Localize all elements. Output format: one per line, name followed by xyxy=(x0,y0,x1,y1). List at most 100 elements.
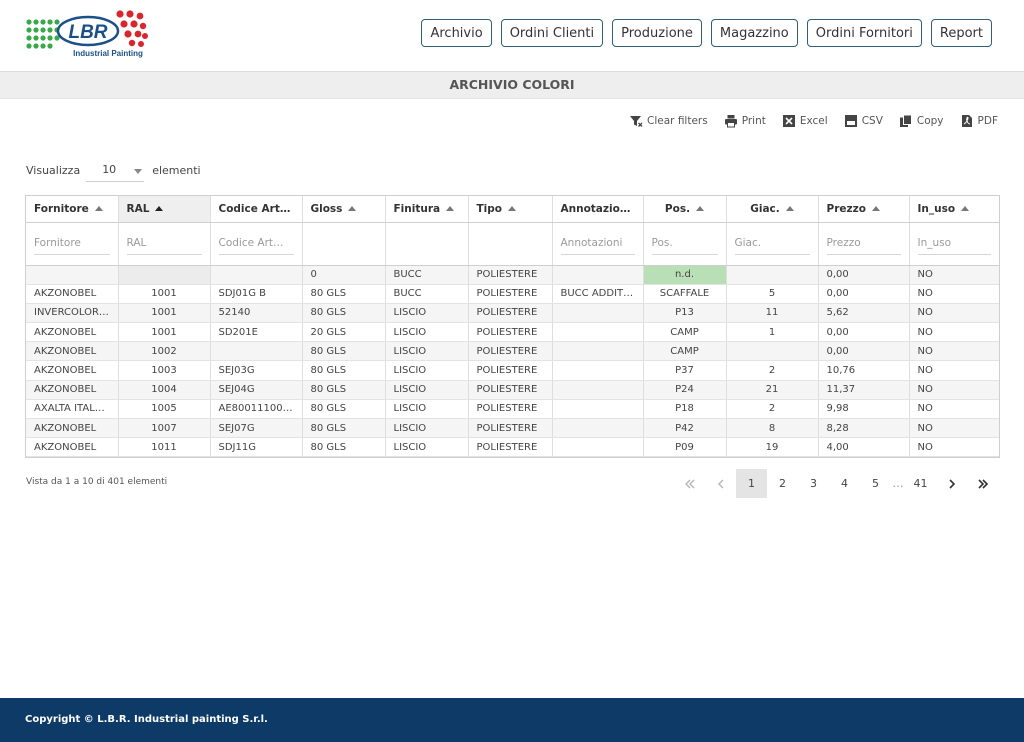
cell-gloss: 80 GLS xyxy=(302,437,386,458)
col-header-ral[interactable]: RAL xyxy=(118,196,211,223)
page-button-1[interactable]: 1 xyxy=(736,469,767,498)
cell-pos: SCAFFALE xyxy=(643,284,727,304)
cell-in-uso: NO xyxy=(909,437,999,458)
filter-codice-input[interactable]: Codice Art… xyxy=(218,233,294,255)
cell-fornitore: AKZONOBEL xyxy=(26,360,119,381)
cell-ral: 1002 xyxy=(118,341,211,362)
table-row[interactable]: 0 BUCC POLIESTERE n.d. 0,00 NO xyxy=(26,265,999,285)
filter-pos-input[interactable]: Pos. xyxy=(651,233,718,255)
cell-tipo: POLIESTERE xyxy=(468,265,553,285)
page-button-2[interactable]: 2 xyxy=(767,469,798,498)
cell-tipo: POLIESTERE xyxy=(468,284,553,304)
col-header-gloss[interactable]: Gloss xyxy=(302,196,386,223)
cell-in-uso: NO xyxy=(909,303,999,324)
table-row[interactable]: AKZONOBEL 1007 SEJ07G 80 GLS LISCIO POLIESTER… xyxy=(26,418,999,439)
page-button-3[interactable]: 3 xyxy=(798,469,829,498)
col-header-finitura[interactable]: Finitura xyxy=(385,196,469,223)
filter-cell: In_uso xyxy=(909,222,999,266)
cell-giac xyxy=(726,341,819,362)
table-row[interactable]: INVERCOLOR… 1001 52140 80 GLS LISCIO POLIESTE… xyxy=(26,303,999,324)
nav-ordini-clienti-button[interactable]: Ordini Clienti xyxy=(500,19,604,47)
cell-tipo: POLIESTERE xyxy=(468,380,553,400)
cell-codice: SEJ03G xyxy=(210,360,303,381)
table-row[interactable]: AKZONOBEL 1004 SEJ04G 80 GLS LISCIO POLIESTER… xyxy=(26,380,999,400)
col-header-fornitore[interactable]: Fornitore xyxy=(26,196,119,223)
cell-pos: CAMP xyxy=(643,322,727,343)
cell-tipo: POLIESTERE xyxy=(468,303,553,324)
col-header-giac[interactable]: Giac. xyxy=(726,196,819,223)
filter-fornitore-input[interactable]: Fornitore xyxy=(34,233,110,255)
excel-button[interactable]: Excel xyxy=(782,114,828,128)
pdf-button[interactable]: PDF xyxy=(960,114,998,128)
filter-cell-empty xyxy=(385,222,469,266)
cell-annotazioni xyxy=(552,437,644,458)
csv-button[interactable]: CSV xyxy=(844,114,883,128)
cell-annotazioni xyxy=(552,399,644,420)
cell-annotazioni xyxy=(552,360,644,381)
nav-magazzino-button[interactable]: Magazzino xyxy=(710,19,798,47)
table-row[interactable]: AKZONOBEL 1001 SDJ01G B 80 GLS BUCC POLIESTER… xyxy=(26,284,999,304)
nav-report-button[interactable]: Report xyxy=(930,19,992,47)
table-row[interactable]: AXALTA ITAL… 1005 AE80011100520 80 GLS LISCI… xyxy=(26,399,999,420)
col-header-tipo[interactable]: Tipo xyxy=(468,196,553,223)
cell-ral: 1001 xyxy=(118,322,211,343)
page-button-5[interactable]: 5 xyxy=(860,469,891,498)
table-row[interactable]: AKZONOBEL 1002 80 GLS LISCIO POLIESTERE CAMP 0… xyxy=(26,341,999,362)
sort-asc-active-icon xyxy=(155,206,164,212)
next-page-button[interactable] xyxy=(936,469,967,498)
page-length-control: Visualizza 10 elementi xyxy=(26,158,201,182)
printer-icon xyxy=(724,115,737,128)
col-header-in-uso[interactable]: In_uso xyxy=(909,196,999,223)
table-row[interactable]: AKZONOBEL 1011 SDJ11G 80 GLS LISCIO POLIESTER… xyxy=(26,437,999,458)
cell-ral: 1001 xyxy=(118,284,211,304)
pagination: 1 2 3 4 5 … 41 xyxy=(674,469,998,498)
cell-finitura: LISCIO xyxy=(385,303,469,324)
filter-in-uso-input[interactable]: In_uso xyxy=(917,233,991,255)
sort-up-icon xyxy=(348,206,357,212)
last-page-button[interactable] xyxy=(967,469,998,498)
nav-ordini-fornitori-button[interactable]: Ordini Fornitori xyxy=(806,19,922,47)
cell-codice xyxy=(210,341,303,362)
clear-filters-button[interactable]: Clear filters xyxy=(629,114,708,128)
nav-produzione-button[interactable]: Produzione xyxy=(612,19,702,47)
cell-pos: n.d. xyxy=(643,265,727,285)
col-header-pos[interactable]: Pos. xyxy=(643,196,727,223)
cell-finitura: LISCIO xyxy=(385,437,469,458)
page-button-4[interactable]: 4 xyxy=(829,469,860,498)
filter-giac-input[interactable]: Giac. xyxy=(734,233,810,255)
filter-cell-empty xyxy=(302,222,386,266)
col-header-annotazioni[interactable]: Annotazioni… xyxy=(552,196,644,223)
col-header-codice-articolo[interactable]: Codice Artic… xyxy=(210,196,303,223)
table-row[interactable]: AKZONOBEL 1001 SD201E 20 GLS LISCIO POLIESTER… xyxy=(26,322,999,343)
first-page-button[interactable] xyxy=(674,469,705,498)
page-button-last[interactable]: 41 xyxy=(905,469,936,498)
filter-clear-icon xyxy=(630,116,643,127)
filter-cell: Annotazioni xyxy=(552,222,644,266)
table-row[interactable]: AKZONOBEL 1003 SEJ03G 80 GLS LISCIO POLIESTER… xyxy=(26,360,999,381)
cell-pos: P37 xyxy=(643,360,727,381)
brand-logo[interactable]: LBR Industrial Painting xyxy=(24,6,150,62)
cell-finitura: LISCIO xyxy=(385,399,469,420)
pagination-ellipsis: … xyxy=(892,477,904,490)
print-button[interactable]: Print xyxy=(724,114,766,128)
filter-prezzo-input[interactable]: Prezzo xyxy=(826,233,901,255)
cell-giac: 21 xyxy=(726,380,819,400)
col-header-prezzo[interactable]: Prezzo xyxy=(818,196,910,223)
copy-button[interactable]: Copy xyxy=(899,114,944,128)
cell-in-uso: NO xyxy=(909,284,999,304)
export-toolbar: Clear filters Print Excel CSV Copy PDF xyxy=(629,114,998,128)
print-label: Print xyxy=(741,115,766,127)
sort-up-icon xyxy=(446,206,455,212)
cell-gloss: 80 GLS xyxy=(302,341,386,362)
filter-annotazioni-input[interactable]: Annotazioni xyxy=(560,233,635,255)
cell-gloss: 80 GLS xyxy=(302,418,386,439)
cell-finitura: LISCIO xyxy=(385,341,469,362)
cell-annotazioni xyxy=(552,418,644,439)
page-length-select[interactable]: 10 xyxy=(86,158,145,182)
filter-ral-input[interactable]: RAL xyxy=(126,233,202,255)
nav-archivio-button[interactable]: Archivio xyxy=(421,19,492,47)
prev-page-button[interactable] xyxy=(705,469,736,498)
cell-prezzo: 5,62 xyxy=(818,303,910,324)
cell-annotazioni xyxy=(552,380,644,400)
cell-ral: 1007 xyxy=(118,418,211,439)
